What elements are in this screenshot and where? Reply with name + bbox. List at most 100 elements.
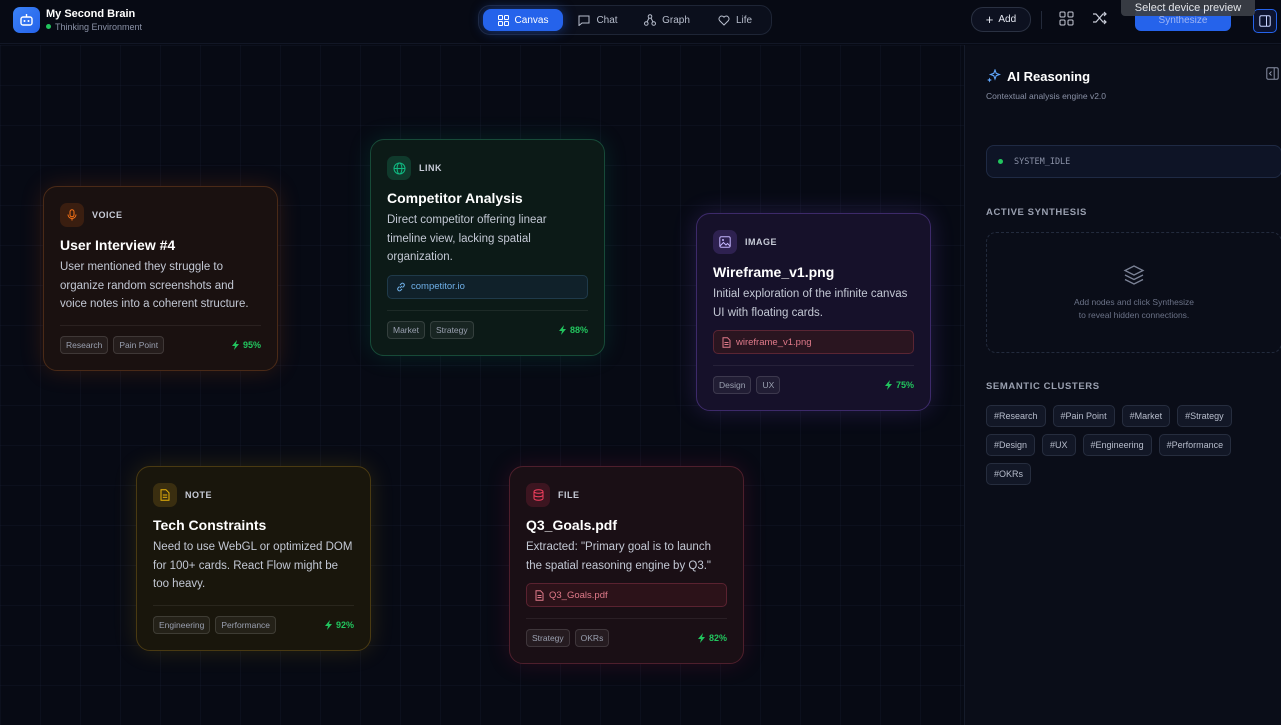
microphone-icon: [60, 203, 84, 227]
layout-grid-button[interactable]: [1057, 9, 1075, 27]
card-type: LINK: [419, 163, 442, 173]
cluster-list: #Research #Pain Point #Market #Strategy …: [986, 405, 1276, 492]
tab-life[interactable]: Life: [705, 9, 765, 31]
app-title: My Second Brain: [46, 7, 136, 20]
file-attachment[interactable]: wireframe_v1.png: [713, 330, 914, 354]
tag[interactable]: OKRs: [574, 629, 610, 647]
cluster-chip[interactable]: #UX: [1042, 434, 1076, 456]
cluster-chip[interactable]: #Strategy: [1177, 405, 1232, 427]
card-title: Q3_Goals.pdf: [526, 517, 618, 533]
card-type: NOTE: [185, 490, 213, 500]
card-body: Need to use WebGL or optimized DOM for 1…: [153, 541, 353, 590]
card-title: Wireframe_v1.png: [713, 264, 835, 280]
shuffle-button[interactable]: [1091, 9, 1109, 27]
active-synthesis-label: ACTIVE SYNTHESIS: [986, 207, 1087, 218]
view-tabs: Canvas Chat Graph Life: [478, 5, 772, 35]
bolt-icon: [324, 619, 332, 630]
relevance-score: 95%: [231, 339, 261, 350]
bolt-icon: [558, 324, 566, 335]
tab-chat[interactable]: Chat: [567, 9, 629, 31]
tab-graph[interactable]: Graph: [635, 9, 699, 31]
card-title: Tech Constraints: [153, 517, 267, 533]
status-dot: [998, 159, 1003, 164]
synthesis-dropzone: Add nodes and click Synthesize to reveal…: [986, 232, 1281, 353]
document-icon: [722, 336, 731, 348]
card-type: IMAGE: [745, 237, 778, 247]
brand[interactable]: My Second Brain Thinking Environment: [13, 7, 142, 33]
cluster-chip[interactable]: #Market: [1121, 405, 1171, 427]
tab-canvas[interactable]: Canvas: [483, 9, 563, 31]
divider: [1041, 11, 1042, 29]
relevance-score: 92%: [324, 619, 354, 630]
status-dot: [46, 24, 51, 29]
synthesis-hint: to reveal hidden connections.: [1078, 309, 1190, 320]
panel-toggle-button[interactable]: [1253, 9, 1277, 33]
cluster-chip[interactable]: #Performance: [1158, 434, 1232, 456]
cluster-chip[interactable]: #Research: [986, 405, 1046, 427]
card-image[interactable]: IMAGE Wireframe_v1.png Initial explorati…: [696, 213, 931, 411]
layers-icon: [1123, 264, 1145, 285]
card-body: Initial exploration of the infinite canv…: [713, 288, 908, 319]
bolt-icon: [231, 339, 239, 350]
card-link[interactable]: LINK Competitor Analysis Direct competit…: [370, 139, 605, 356]
card-voice[interactable]: VOICE User Interview #4 User mentioned t…: [43, 186, 278, 371]
app-subtitle: Thinking Environment: [55, 21, 143, 32]
tag[interactable]: Strategy: [429, 320, 474, 339]
card-body: User mentioned they struggle to organize…: [60, 261, 249, 310]
card-type: FILE: [558, 490, 580, 500]
sparkles-icon: [987, 69, 1001, 83]
bolt-icon: [697, 633, 705, 643]
card-file[interactable]: FILE Q3_Goals.pdf Extracted: "Primary go…: [509, 466, 744, 664]
relevance-score: 75%: [884, 380, 914, 390]
plus-icon: +: [985, 11, 994, 27]
semantic-clusters-label: SEMANTIC CLUSTERS: [986, 381, 1100, 392]
card-title: User Interview #4: [60, 237, 176, 253]
note-icon: [153, 483, 177, 507]
grid-icon: [1059, 11, 1073, 25]
card-note[interactable]: NOTE Tech Constraints Need to use WebGL …: [136, 466, 371, 651]
graph-icon: [644, 14, 657, 26]
link-icon: [397, 282, 405, 291]
device-preview-tooltip: Select device preview: [1121, 0, 1255, 16]
tag[interactable]: Market: [387, 320, 425, 339]
bolt-icon: [884, 380, 892, 390]
document-icon: [535, 589, 544, 601]
file-attachment[interactable]: Q3_Goals.pdf: [526, 583, 727, 607]
cluster-chip[interactable]: #OKRs: [986, 463, 1032, 485]
cluster-chip[interactable]: #Design: [986, 434, 1036, 456]
image-icon: [713, 230, 737, 254]
robot-icon: [13, 7, 40, 33]
card-body: Direct competitor offering linear timeli…: [387, 214, 547, 263]
grid-icon: [497, 14, 509, 26]
canvas[interactable]: VOICE User Interview #4 User mentioned t…: [0, 45, 964, 725]
card-title: Competitor Analysis: [387, 190, 523, 206]
card-type: VOICE: [92, 210, 123, 220]
relevance-score: 88%: [558, 324, 588, 335]
tag[interactable]: Strategy: [526, 629, 570, 647]
ai-reasoning-panel: AI Reasoning Contextual analysis engine …: [964, 45, 1281, 725]
cluster-chip[interactable]: #Pain Point: [1052, 405, 1115, 427]
cluster-chip[interactable]: #Engineering: [1082, 434, 1152, 456]
panel-subtitle: Contextual analysis engine v2.0: [986, 91, 1107, 101]
tag[interactable]: UX: [756, 376, 781, 394]
panel-title: AI Reasoning: [1007, 69, 1091, 84]
card-body: Extracted: "Primary goal is to launch th…: [526, 541, 712, 572]
sidebar-icon: [1259, 15, 1271, 27]
tag[interactable]: Performance: [215, 615, 277, 634]
synthesis-hint: Add nodes and click Synthesize: [1073, 296, 1195, 307]
globe-icon: [387, 156, 411, 180]
tag[interactable]: Engineering: [153, 615, 211, 634]
collapse-panel-icon[interactable]: [1266, 67, 1279, 85]
system-status: SYSTEM_IDLE: [986, 145, 1281, 178]
top-bar: My Second Brain Thinking Environment Can…: [0, 0, 1281, 44]
relevance-score: 82%: [697, 633, 727, 643]
tag[interactable]: Design: [713, 376, 752, 394]
tag[interactable]: Research: [60, 335, 109, 354]
add-button[interactable]: + Add: [971, 7, 1031, 32]
link-attachment[interactable]: competitor.io: [387, 274, 588, 299]
heart-icon: [718, 15, 730, 26]
database-icon: [526, 483, 550, 507]
shuffle-icon: [1093, 11, 1107, 25]
chat-icon: [578, 15, 590, 26]
tag[interactable]: Pain Point: [113, 335, 165, 354]
